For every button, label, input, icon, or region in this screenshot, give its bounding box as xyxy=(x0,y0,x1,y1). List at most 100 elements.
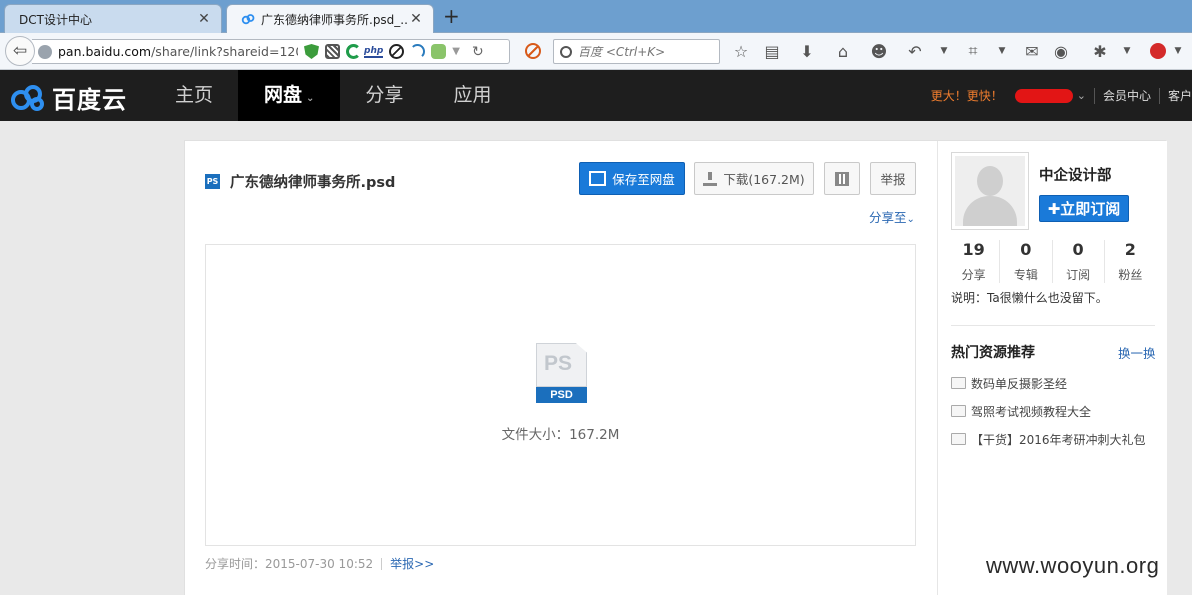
nav-netdisk[interactable]: 网盘 ⌄ xyxy=(238,70,341,121)
qrcode-button[interactable] xyxy=(824,162,860,195)
back-arrow-icon[interactable]: ⇦ xyxy=(5,36,35,66)
nav-netdisk-label: 网盘 xyxy=(264,84,303,106)
baidu-cloud-header: 百度云 主页 网盘 ⌄ 分享 应用 更大！更快！ ⌄ 会员中心 客户 xyxy=(0,70,1192,121)
download-button-label: 下载(167.2M) xyxy=(723,172,805,187)
sharer-description: 说明：Ta很懒什么也没留下。 xyxy=(951,291,1108,305)
sharer-stats: 19 分享 0 专辑 0 订阅 2 粉丝 xyxy=(948,240,1156,283)
dropdown-arrow-icon[interactable]: ▼ xyxy=(1168,41,1188,61)
psd-band: PSD xyxy=(536,387,587,403)
qrcode-addon-icon[interactable] xyxy=(325,44,340,59)
url-dropdown-icon[interactable]: ▼ xyxy=(452,46,460,57)
nav-share[interactable]: 分享 xyxy=(340,70,428,121)
stat-subscriptions[interactable]: 0 订阅 xyxy=(1053,240,1105,283)
chevron-down-icon[interactable]: ⌄ xyxy=(1077,89,1086,102)
bookmarks-list-icon[interactable]: ▤ xyxy=(762,41,782,61)
stat-value: 19 xyxy=(962,240,985,259)
file-icon xyxy=(951,405,966,417)
nav-home[interactable]: 主页 xyxy=(150,70,238,121)
hot-resources-list: 数码单反摄影圣经 驾照考试视频教程大全 【干货】2016年考研冲刺大礼包 xyxy=(951,369,1161,453)
dropdown-arrow-icon[interactable]: ▼ xyxy=(934,41,954,61)
share-to-dropdown[interactable]: 分享至⌄ xyxy=(869,207,915,226)
file-preview-area: PS PSD 文件大小：167.2M xyxy=(205,244,916,546)
stat-value: 2 xyxy=(1124,240,1136,259)
report-link[interactable]: 举报>> xyxy=(390,555,434,572)
refresh-recommendations-link[interactable]: 换一换 xyxy=(1118,343,1156,362)
stat-shares[interactable]: 19 分享 xyxy=(948,240,1001,283)
tab-label: 广东德纳律师事务所.psd_... xyxy=(261,12,409,27)
wave-addon-icon[interactable] xyxy=(410,44,426,59)
qrcode-icon xyxy=(835,171,849,186)
stat-albums[interactable]: 0 专辑 xyxy=(1000,240,1053,283)
stat-fans[interactable]: 2 粉丝 xyxy=(1105,240,1156,283)
avatar-head xyxy=(977,166,1003,196)
report-button[interactable]: 举报 xyxy=(870,162,916,195)
shield-addon-icon[interactable] xyxy=(304,44,319,59)
search-icon xyxy=(560,45,572,58)
new-tab-plus-icon[interactable]: + xyxy=(443,6,460,26)
tab-label: DCT设计中心 xyxy=(19,12,92,27)
cloud-logo-icon xyxy=(11,84,44,111)
tab-baidu-share[interactable]: 广东德纳律师事务所.psd_... ✕ xyxy=(226,4,434,33)
promo-link[interactable]: 更大！更快！ xyxy=(931,87,1003,104)
ad-block-icon[interactable] xyxy=(523,41,543,61)
php-addon-badge[interactable]: php xyxy=(364,46,384,58)
stat-label: 订阅 xyxy=(1066,268,1091,282)
search-box[interactable] xyxy=(553,39,720,64)
chat-bubble-icon[interactable]: ✉ xyxy=(1022,41,1042,61)
home-icon[interactable]: ⌂ xyxy=(833,41,853,61)
url-text[interactable]: pan.baidu.com/share/link?shareid=120303 xyxy=(58,44,298,59)
dropdown-arrow-icon[interactable]: ▼ xyxy=(1117,41,1137,61)
file-name: 广东德纳律师事务所.psd xyxy=(230,175,396,191)
undo-icon[interactable]: ↶ xyxy=(905,41,925,61)
share-card: PS 广东德纳律师事务所.psd 保存至网盘 下载(167.2M) 举报 分享至… xyxy=(184,140,1167,595)
close-icon[interactable]: ✕ xyxy=(197,11,211,27)
red-addon-icon[interactable] xyxy=(1148,41,1168,61)
noscript-addon-icon[interactable] xyxy=(389,44,405,59)
chevron-down-icon: ⌄ xyxy=(906,214,915,225)
sharer-name[interactable]: 中企设计部 xyxy=(1039,164,1112,185)
list-item-label: 【干货】2016年考研冲刺大礼包 xyxy=(971,432,1146,447)
list-item[interactable]: 【干货】2016年考研冲刺大礼包 xyxy=(951,425,1161,453)
share-to-label: 分享至 xyxy=(869,210,907,225)
logo-text: 百度云 xyxy=(52,86,127,114)
globe-addon-icon[interactable]: ◉ xyxy=(1051,41,1071,61)
browser-nav-toolbar: pan.baidu.com/share/link?shareid=120303 … xyxy=(0,33,1192,70)
smiley-icon[interactable]: ☻ xyxy=(869,41,889,61)
file-title-line: PS 广东德纳律师事务所.psd xyxy=(205,171,395,192)
list-item[interactable]: 数码单反摄影圣经 xyxy=(951,369,1161,397)
tab-dct[interactable]: DCT设计中心 ✕ xyxy=(4,4,222,33)
grammarly-addon-icon[interactable] xyxy=(346,44,361,59)
crop-icon[interactable]: ⌗ xyxy=(963,41,983,61)
stat-label: 专辑 xyxy=(1013,268,1038,282)
green-hex-addon-icon[interactable] xyxy=(431,44,447,59)
globe-icon xyxy=(38,44,52,59)
search-input[interactable] xyxy=(578,44,708,59)
report-button-label: 举报 xyxy=(880,172,906,187)
list-item[interactable]: 驾照考试视频教程大全 xyxy=(951,397,1161,425)
bug-icon[interactable]: ✱ xyxy=(1090,41,1110,61)
bookmark-star-icon[interactable]: ☆ xyxy=(731,41,751,61)
download-button[interactable]: 下载(167.2M) xyxy=(694,162,814,195)
close-icon[interactable]: ✕ xyxy=(409,11,423,27)
nav-apps[interactable]: 应用 xyxy=(428,70,516,121)
divider xyxy=(1093,87,1095,104)
username-redacted[interactable] xyxy=(1014,88,1073,103)
header-right: 更大！更快！ ⌄ 会员中心 客户 xyxy=(931,70,1192,121)
main-nav: 主页 网盘 ⌄ 分享 应用 xyxy=(150,70,516,121)
share-meta: 分享时间：2015-07-30 10:52 举报>> xyxy=(205,555,434,572)
save-to-netdisk-button[interactable]: 保存至网盘 xyxy=(579,162,685,195)
url-bar[interactable]: pan.baidu.com/share/link?shareid=120303 … xyxy=(32,39,510,64)
subscribe-button[interactable]: ✚立即订阅 xyxy=(1039,195,1129,222)
client-link[interactable]: 客户 xyxy=(1168,87,1192,104)
download-arrow-icon[interactable]: ⬇ xyxy=(797,41,817,61)
hot-resources-title: 热门资源推荐 xyxy=(951,345,1035,361)
member-center-link[interactable]: 会员中心 xyxy=(1103,87,1151,104)
dropdown-arrow-icon[interactable]: ▼ xyxy=(992,41,1012,61)
reload-icon[interactable]: ↻ xyxy=(472,44,484,60)
avatar[interactable] xyxy=(951,152,1029,230)
avatar-body xyxy=(963,196,1017,226)
stat-label: 分享 xyxy=(961,268,986,282)
baidu-cloud-logo[interactable]: 百度云 xyxy=(10,80,127,115)
psd-file-icon: PS PSD xyxy=(536,343,587,405)
stat-value: 0 xyxy=(1020,240,1032,259)
